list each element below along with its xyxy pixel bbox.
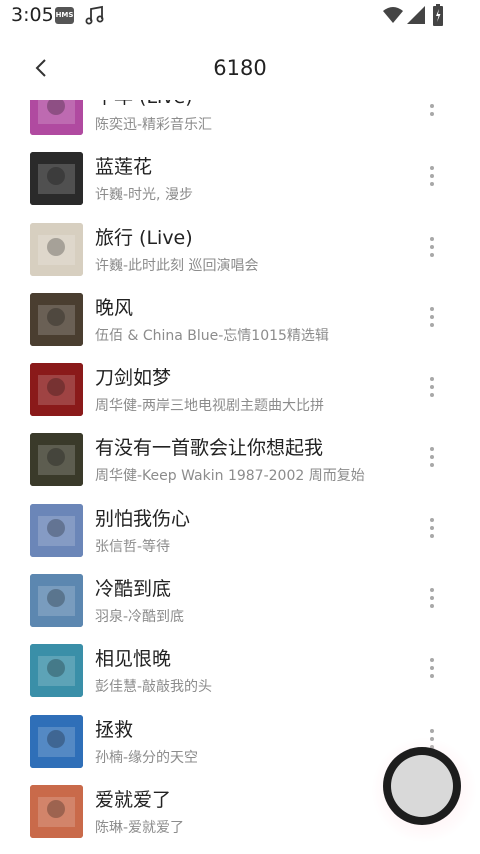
song-row[interactable]: 蓝莲花许巍-时光, 漫步 <box>0 143 480 213</box>
more-vertical-icon[interactable] <box>424 655 440 685</box>
wifi-icon <box>383 7 403 23</box>
song-artist-album: 羽泉-冷酷到底 <box>95 609 185 626</box>
screen: 3:05 HMS 6180 十年 (Live)陈奕迅-精彩音乐汇蓝莲花许巍-时光… <box>0 0 480 854</box>
more-vertical-icon[interactable] <box>424 585 440 615</box>
more-vertical-icon[interactable] <box>424 444 440 474</box>
album-cover <box>30 222 83 276</box>
song-row[interactable]: 别怕我伤心张信哲-等待 <box>0 495 480 565</box>
song-artist-album: 许巍-时光, 漫步 <box>95 187 193 204</box>
song-title: 爱就爱了 <box>95 788 172 811</box>
page-title: 6180 <box>213 56 267 80</box>
top-bar: 6180 <box>0 32 480 100</box>
song-row[interactable]: 晚风伍佰 & China Blue-忘情1015精选辑 <box>0 284 480 354</box>
song-list-items: 十年 (Live)陈奕迅-精彩音乐汇蓝莲花许巍-时光, 漫步旅行 (Live) 许… <box>0 98 480 846</box>
song-row[interactable]: 十年 (Live)陈奕迅-精彩音乐汇 <box>0 98 480 143</box>
hms-icon: HMS <box>55 7 74 24</box>
song-artist-album: 周华健-两岸三地电视剧主题曲大比拼 <box>95 398 325 415</box>
song-artist-album: 陈琳-爱就爱了 <box>95 819 185 836</box>
song-artist-album: 伍佰 & China Blue-忘情1015精选辑 <box>95 327 329 344</box>
album-cover <box>30 644 83 698</box>
more-vertical-icon[interactable] <box>424 98 440 123</box>
song-row[interactable]: 旅行 (Live) 许巍-此时此刻 巡回演唱会 <box>0 214 480 284</box>
song-artist-album: 孙楠-缘分的天空 <box>95 749 199 766</box>
song-title: 有没有一首歌会让你想起我 <box>95 437 324 460</box>
song-title: 相见恨晚 <box>95 648 172 671</box>
mini-player-button[interactable] <box>383 747 461 825</box>
song-row[interactable]: 冷酷到底羽泉-冷酷到底 <box>0 565 480 635</box>
song-row[interactable]: 刀剑如梦周华健-两岸三地电视剧主题曲大比拼 <box>0 354 480 424</box>
more-vertical-icon[interactable] <box>424 515 440 545</box>
song-title: 刀剑如梦 <box>95 367 172 390</box>
song-title: 晚风 <box>95 296 134 319</box>
album-cover <box>30 714 83 768</box>
more-vertical-icon[interactable] <box>424 374 440 404</box>
song-title: 冷酷到底 <box>95 578 172 601</box>
album-cover <box>30 292 83 346</box>
song-title: 旅行 (Live) <box>95 226 193 249</box>
album-cover <box>30 784 83 838</box>
album-cover <box>30 503 83 557</box>
album-cover <box>30 98 83 135</box>
mini-player-disc-icon <box>391 755 453 817</box>
music-note-icon <box>85 5 104 25</box>
song-row[interactable]: 相见恨晚彭佳慧-敲敲我的头 <box>0 635 480 705</box>
song-title: 蓝莲花 <box>95 156 153 179</box>
album-cover <box>30 363 83 417</box>
battery-icon <box>433 4 443 26</box>
album-cover <box>30 433 83 487</box>
status-time: 3:05 <box>11 4 54 26</box>
album-cover <box>30 152 83 206</box>
album-cover <box>30 574 83 628</box>
status-bar: 3:05 HMS <box>0 0 480 32</box>
song-title: 拯救 <box>95 718 134 741</box>
more-vertical-icon[interactable] <box>424 234 440 264</box>
more-vertical-icon[interactable] <box>424 163 440 193</box>
song-artist-album: 彭佳慧-敲敲我的头 <box>95 679 213 696</box>
song-row[interactable]: 有没有一首歌会让你想起我周华健-Keep Wakin 1987-2002 周而复… <box>0 424 480 494</box>
song-artist-album: 张信哲-等待 <box>95 538 171 555</box>
song-artist-album: 周华健-Keep Wakin 1987-2002 周而复始 <box>95 468 365 485</box>
signal-icon <box>407 6 425 24</box>
song-artist-album: 许巍-此时此刻 巡回演唱会 <box>95 257 259 274</box>
more-vertical-icon[interactable] <box>424 304 440 334</box>
song-title: 别怕我伤心 <box>95 507 191 530</box>
song-artist-album: 陈奕迅-精彩音乐汇 <box>95 117 213 133</box>
